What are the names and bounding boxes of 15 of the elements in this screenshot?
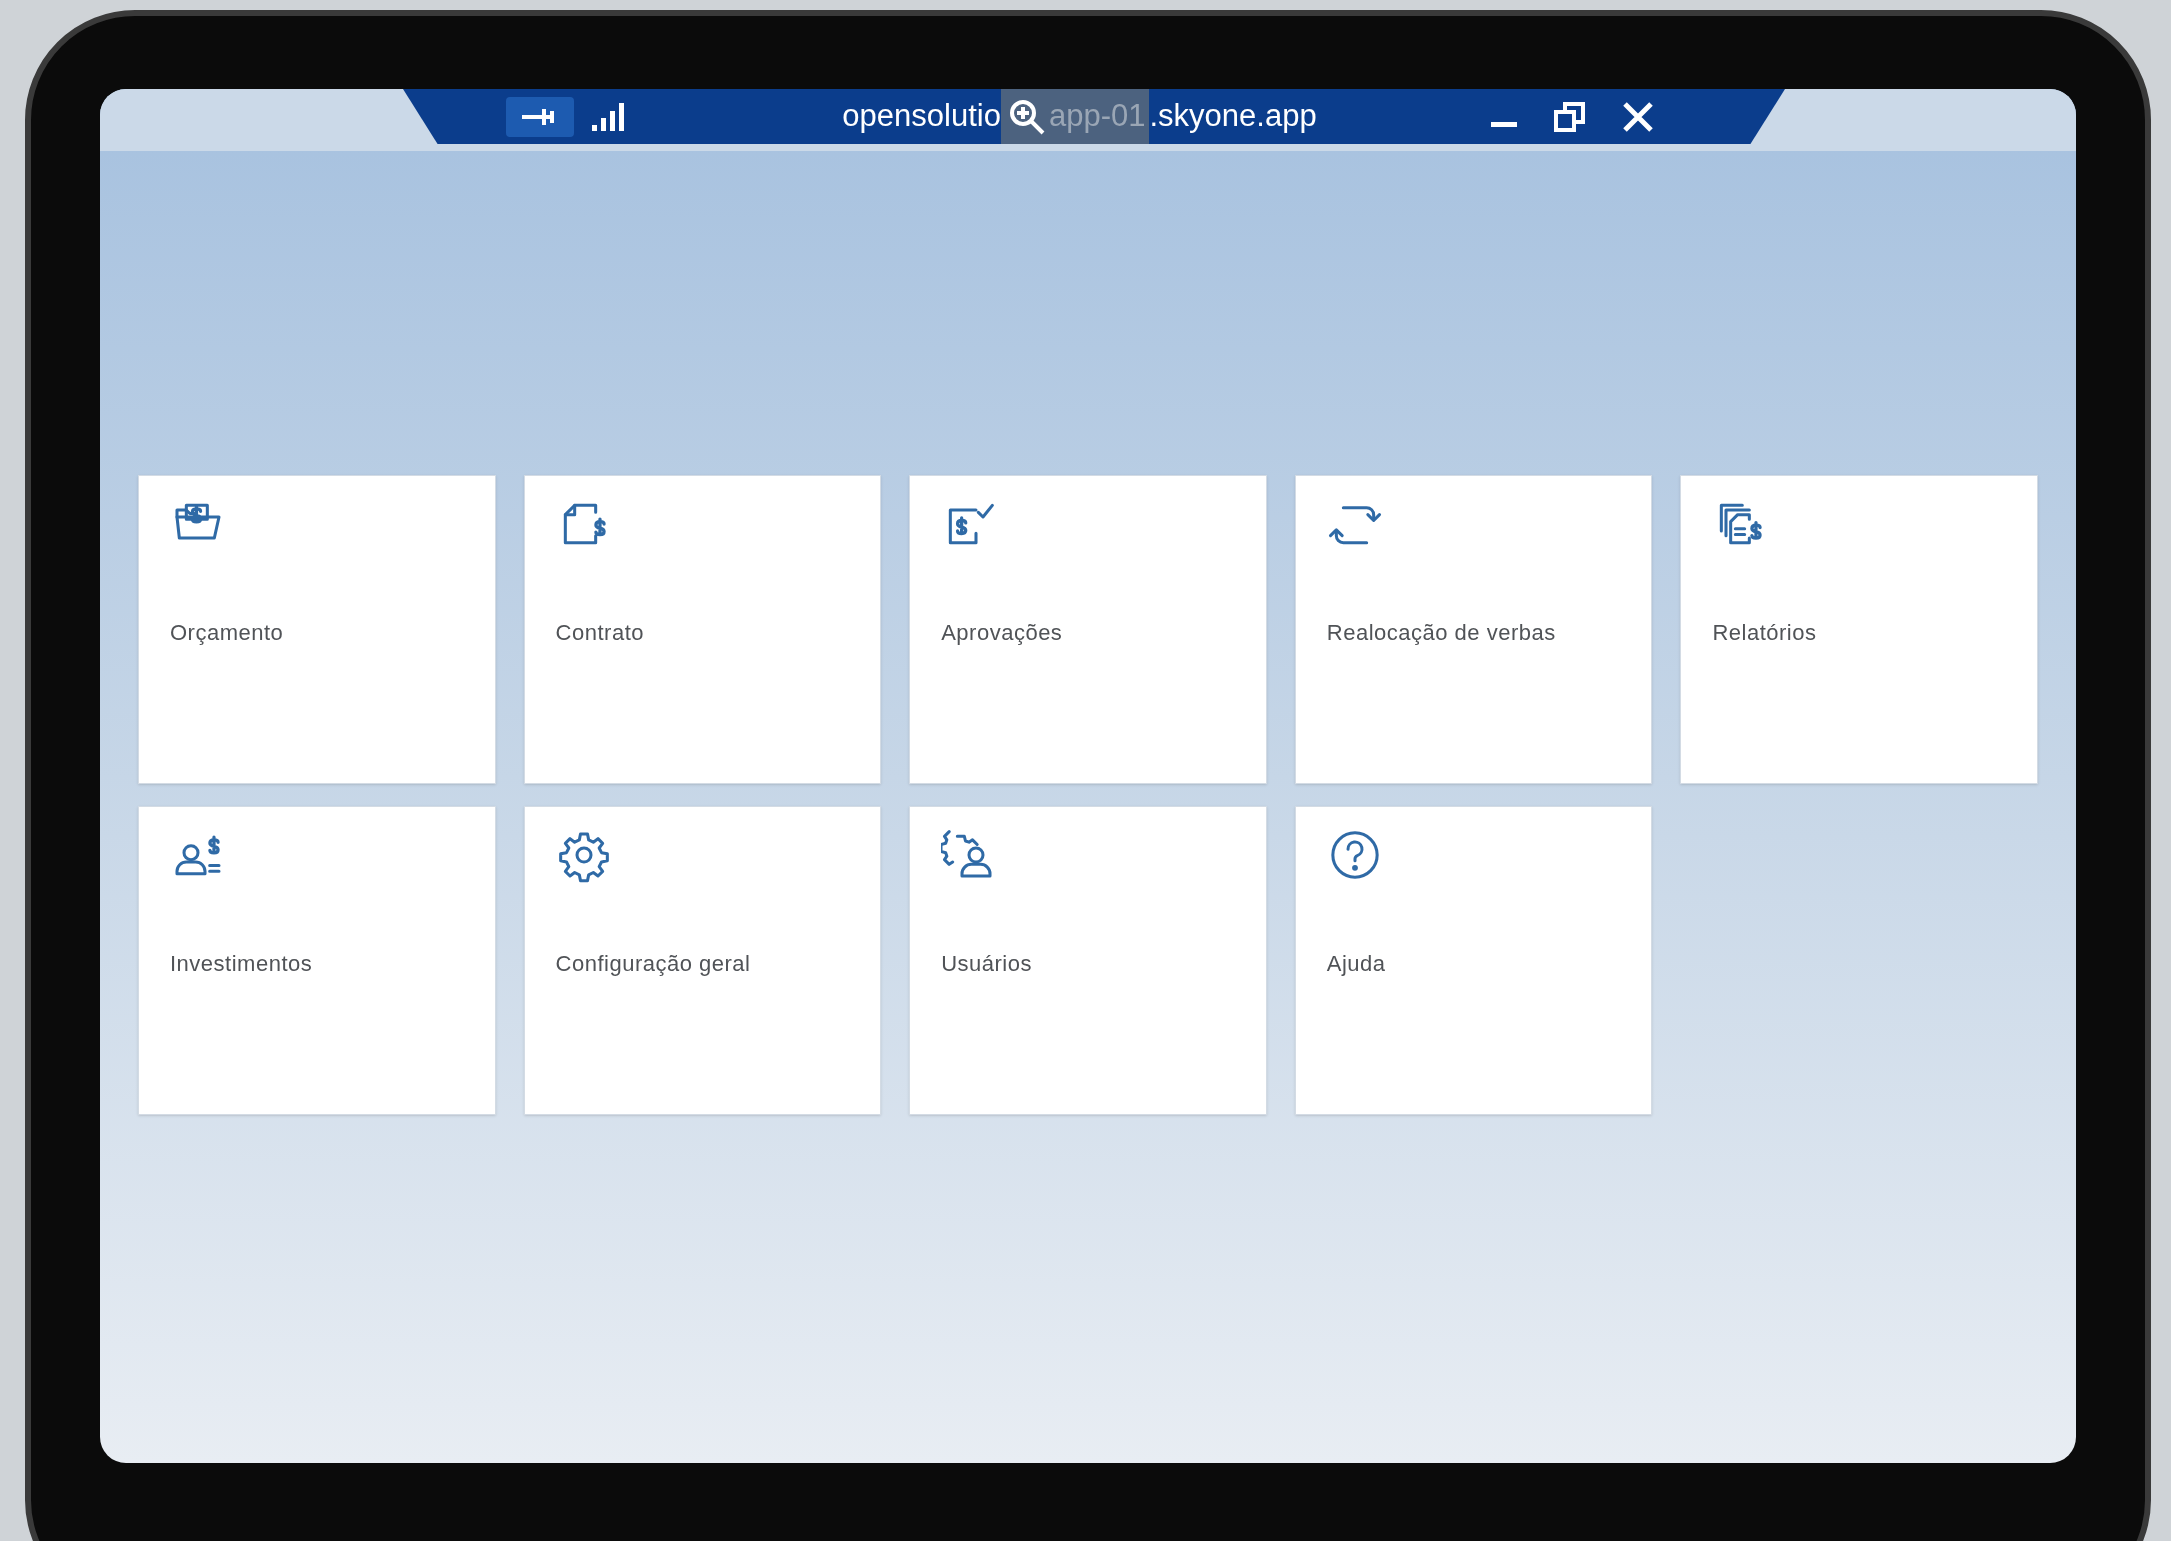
app-tile[interactable]: Relatórios — [1680, 475, 2038, 784]
app-tile[interactable]: Realocação de verbas — [1294, 475, 1653, 784]
app-tile[interactable]: Ajuda — [1294, 806, 1653, 1115]
app-tile[interactable]: Contrato — [523, 475, 882, 784]
app-tile[interactable]: Usuários — [909, 806, 1267, 1115]
pin-button[interactable] — [506, 96, 574, 137]
host-domain: .skyone.app — [1149, 97, 1317, 136]
restore-icon[interactable] — [1553, 99, 1587, 134]
close-icon[interactable] — [1621, 99, 1655, 134]
app-tile[interactable]: Aprovações — [909, 475, 1267, 784]
app-tile[interactable]: Investimentos — [138, 806, 496, 1115]
app-tile[interactable]: Orçamento — [138, 475, 496, 784]
host-name: opensolutio — [842, 97, 1001, 136]
host-name-covered: app-01 — [1048, 97, 1146, 136]
app-tile[interactable]: Configuração geral — [523, 806, 882, 1115]
